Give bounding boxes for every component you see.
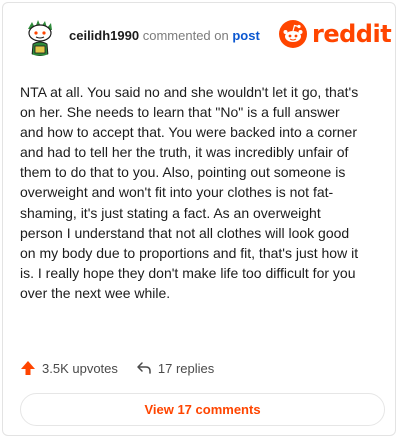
post-link[interactable]: post	[232, 28, 259, 43]
comment-header: ceilidh1990 commented on post	[69, 28, 260, 43]
reply-arrow-icon	[137, 362, 151, 374]
view-comments-button[interactable]: View 17 comments	[20, 393, 385, 426]
reddit-logo[interactable]: reddit	[279, 19, 392, 49]
upvote-button[interactable]: 3.5K upvotes	[20, 360, 118, 376]
action-text: commented on	[142, 28, 229, 43]
replies-button[interactable]: 17 replies	[136, 360, 214, 376]
reddit-wordmark: reddit	[312, 20, 392, 48]
upvote-count: 3.5K upvotes	[42, 360, 118, 376]
reddit-snoo-icon	[279, 20, 307, 48]
avatar[interactable]	[20, 16, 60, 56]
comment-body: NTA at all. You said no and she wouldn't…	[20, 84, 359, 301]
username[interactable]: ceilidh1990	[69, 28, 139, 43]
avatar-snoo-icon	[20, 16, 60, 56]
upvote-arrow-icon	[21, 361, 35, 375]
comment-card: ceilidh1990 commented on post reddit NTA…	[2, 2, 396, 436]
comment-actions: 3.5K upvotes 17 replies	[20, 360, 214, 376]
reply-count: 17 replies	[157, 360, 215, 376]
